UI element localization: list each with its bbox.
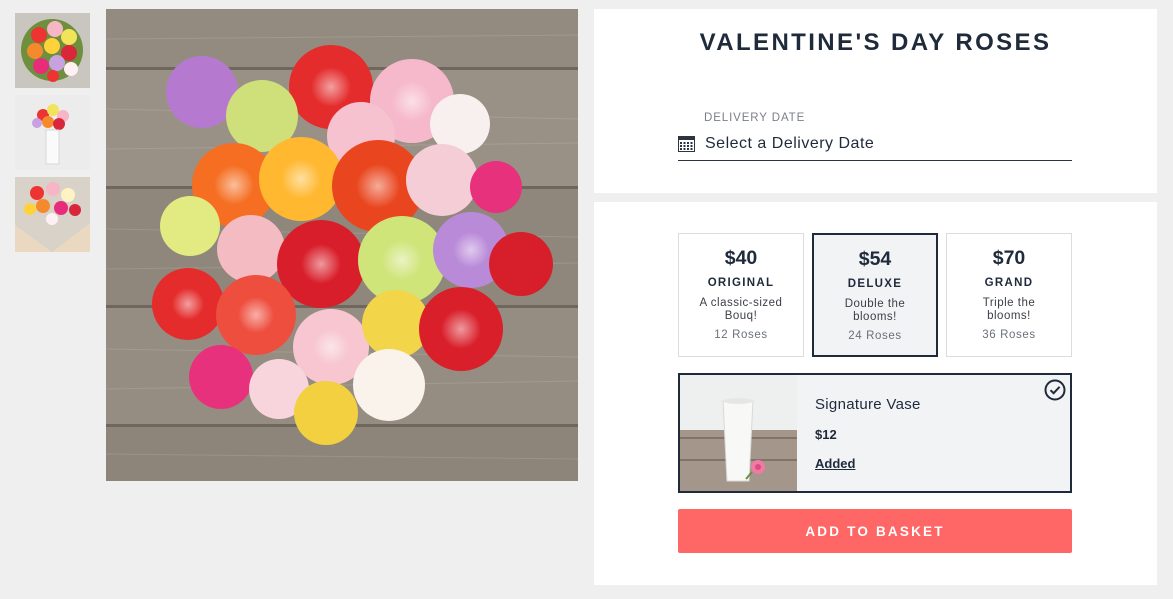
addon-price: $12 xyxy=(815,427,837,442)
thumbnail-bouquet-top[interactable] xyxy=(15,13,90,88)
delivery-date-label: DELIVERY DATE xyxy=(704,112,806,124)
size-description: Double the blooms! xyxy=(844,298,906,323)
vase-image xyxy=(680,375,797,491)
addon-name: Signature Vase xyxy=(815,396,921,413)
size-count: 24 Roses xyxy=(848,330,902,342)
add-to-basket-button[interactable]: ADD TO BASKET xyxy=(678,509,1072,553)
size-count: 36 Roses xyxy=(982,329,1036,341)
size-option-grand[interactable]: $70 GRAND Triple the blooms! 36 Roses xyxy=(946,233,1072,357)
thumbnail-bouquet-vase[interactable] xyxy=(15,95,90,170)
product-options-panel: $40 ORIGINAL A classic-sized Bouq! 12 Ro… xyxy=(594,202,1157,585)
product-main-image xyxy=(106,9,578,481)
size-price: $70 xyxy=(992,247,1026,269)
addon-status-link[interactable]: Added xyxy=(815,456,855,471)
delivery-date-value: Select a Delivery Date xyxy=(705,135,875,152)
thumbnail-gallery xyxy=(15,13,90,259)
size-count: 12 Roses xyxy=(714,329,768,341)
calendar-icon xyxy=(678,136,695,152)
size-options: $40 ORIGINAL A classic-sized Bouq! 12 Ro… xyxy=(678,233,1072,357)
size-name: DELUXE xyxy=(847,278,903,290)
delivery-date-picker[interactable]: Select a Delivery Date xyxy=(678,132,1072,161)
thumbnail-bouquet-wrapped[interactable] xyxy=(15,177,90,252)
size-name: GRAND xyxy=(984,277,1034,289)
check-circle-icon xyxy=(1044,379,1066,401)
size-option-deluxe[interactable]: $54 DELUXE Double the blooms! 24 Roses xyxy=(812,233,938,357)
size-option-original[interactable]: $40 ORIGINAL A classic-sized Bouq! 12 Ro… xyxy=(678,233,804,357)
size-description: Triple the blooms! xyxy=(982,297,1036,322)
size-price: $54 xyxy=(858,248,892,270)
size-price: $40 xyxy=(724,247,758,269)
size-name: ORIGINAL xyxy=(707,277,775,289)
product-header-panel: VALENTINE'S DAY ROSES DELIVERY DATE Sele… xyxy=(594,9,1157,193)
product-title: VALENTINE'S DAY ROSES xyxy=(699,29,1052,56)
size-description: A classic-sized Bouq! xyxy=(699,297,783,322)
addon-signature-vase[interactable]: Signature Vase $12 Added xyxy=(678,373,1072,493)
